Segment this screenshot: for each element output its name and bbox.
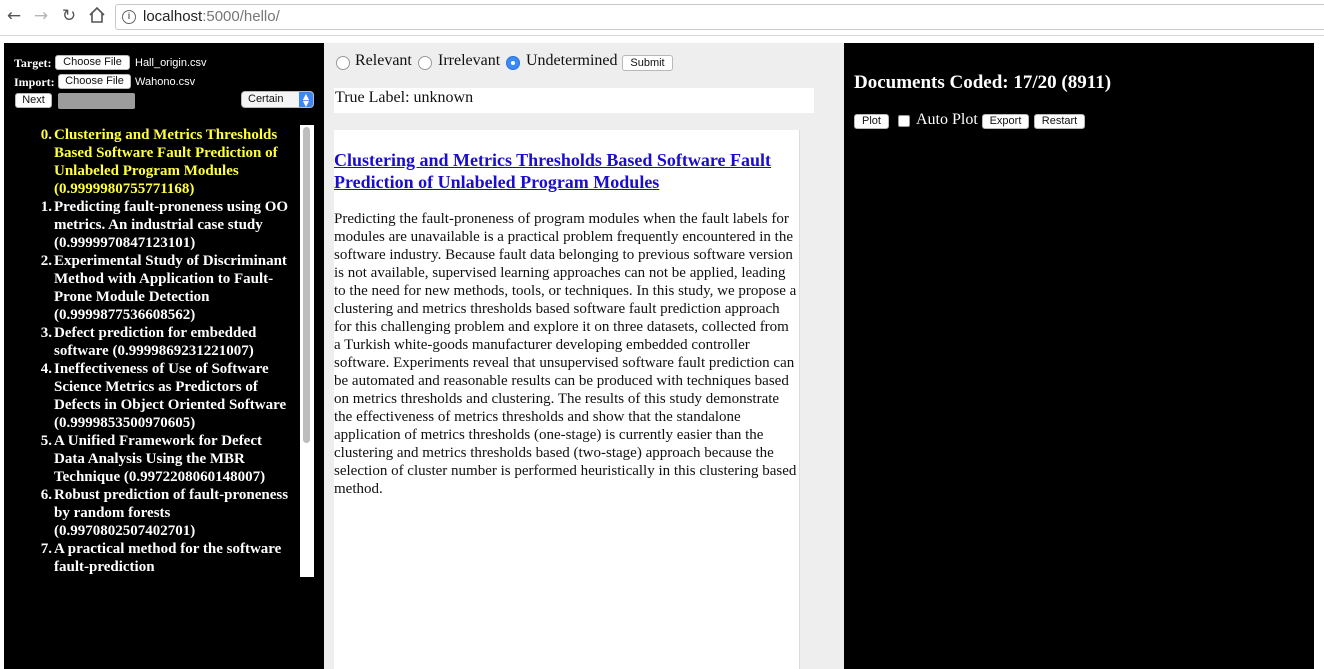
restart-button[interactable]: Restart	[1034, 114, 1085, 129]
import-file-name: Wahono.csv	[135, 76, 196, 88]
document-list-item-title: A practical method for the software faul…	[54, 541, 282, 575]
document-title-link[interactable]: Clustering and Metrics Thresholds Based …	[334, 149, 796, 193]
scrollbar-thumb[interactable]	[303, 127, 310, 443]
certainty-select-value: Certain	[248, 93, 284, 105]
document-list-scrollbar[interactable]	[300, 125, 314, 577]
radio-irrelevant[interactable]	[418, 56, 432, 70]
document-list-item[interactable]: 0. Clustering and Metrics Thresholds Base…	[18, 126, 294, 198]
document-list-item-title: Ineffectiveness of Use of Software Scien…	[54, 361, 287, 431]
document-list: 0. Clustering and Metrics Thresholds Base…	[18, 126, 294, 578]
document-list-panel: Target: Choose File Hall_origin.csv Impo…	[4, 43, 324, 669]
address-bar[interactable]: i localhost:5000/hello/	[115, 4, 1324, 30]
document-list-item-title: Defect prediction for embedded software …	[54, 325, 257, 359]
submit-button[interactable]: Submit	[622, 55, 673, 71]
auto-plot-checkbox[interactable]	[898, 115, 910, 127]
document-list-item-number: 4.	[40, 361, 52, 377]
home-icon[interactable]	[87, 6, 107, 26]
document-list-item-number: 6.	[40, 487, 52, 503]
document-list-item-title: Experimental Study of Discriminant Metho…	[54, 253, 287, 323]
document-list-item-number: 1.	[40, 199, 52, 215]
document-list-item-number: 5.	[40, 433, 52, 449]
document-abstract: Predicting the fault-proneness of progra…	[334, 211, 797, 497]
document-list-item[interactable]: 2. Experimental Study of Discriminant Met…	[18, 252, 294, 324]
true-label: True Label: unknown	[334, 88, 814, 113]
document-list-item[interactable]: 1. Predicting fault-proneness using OO me…	[18, 198, 294, 252]
document-list-item-number: 0.	[40, 127, 52, 143]
reload-icon[interactable]: ↻	[59, 6, 79, 26]
document-list-item-title: A Unified Framework for Defect Data Anal…	[54, 433, 266, 485]
import-label: Import:	[14, 75, 55, 89]
document-list-item[interactable]: 3. Defect prediction for embedded softwar…	[18, 324, 294, 360]
chevron-updown-icon: ▲ ▼	[299, 92, 313, 108]
document-list-item[interactable]: 7. A practical method for the software fa…	[18, 540, 294, 576]
document-list-item-number: 3.	[40, 325, 52, 341]
radio-irrelevant-label[interactable]: Irrelevant	[438, 52, 500, 70]
next-button[interactable]: Next	[15, 93, 52, 108]
radio-undetermined-label[interactable]: Undetermined	[526, 52, 618, 70]
certainty-select[interactable]: Certain ▲ ▼	[241, 91, 314, 108]
arrow-left-icon[interactable]: ←	[4, 6, 24, 26]
target-choose-file-button[interactable]: Choose File	[55, 55, 130, 70]
document-view-panel: Relevant Irrelevant Undetermined Submit …	[324, 43, 844, 669]
url-text[interactable]: localhost:5000/hello/	[143, 8, 280, 25]
radio-undetermined[interactable]	[506, 56, 520, 70]
auto-plot-label: Auto Plot	[916, 111, 978, 128]
document-list-item-title: Robust prediction of fault-proneness by …	[54, 487, 289, 539]
documents-coded-count: Documents Coded: 17/20 (8911)	[854, 72, 1112, 93]
arrow-right-icon[interactable]: →	[31, 6, 51, 26]
browser-toolbar: ← → ↻ i localhost:5000/hello/	[0, 0, 1324, 36]
document-list-item[interactable]: 5. A Unified Framework for Defect Data An…	[18, 432, 294, 486]
next-count-input[interactable]	[58, 93, 135, 109]
document-list-item[interactable]: 6. Robust prediction of fault-proneness b…	[18, 486, 294, 540]
plot-button[interactable]: Plot	[854, 114, 889, 129]
document-list-item-title: Clustering and Metrics Thresholds Based …	[54, 127, 278, 197]
document-list-item-title: Predicting fault-proneness using OO metr…	[54, 199, 289, 251]
import-choose-file-button[interactable]: Choose File	[58, 74, 131, 89]
radio-relevant-label[interactable]: Relevant	[355, 52, 412, 70]
info-icon[interactable]: i	[122, 10, 136, 24]
document-list-item-number: 2.	[40, 253, 52, 269]
target-file-name: Hall_origin.csv	[135, 57, 207, 69]
target-label: Target:	[14, 56, 52, 70]
stats-panel: Documents Coded: 17/20 (8911) Plot Auto …	[844, 43, 1314, 669]
document-list-item-number: 7.	[40, 541, 52, 557]
radio-relevant[interactable]	[336, 56, 350, 70]
export-button[interactable]: Export	[982, 114, 1029, 129]
document-content: Clustering and Metrics Thresholds Based …	[334, 130, 800, 669]
document-list-item[interactable]: 4. Ineffectiveness of Use of Software Sci…	[18, 360, 294, 432]
